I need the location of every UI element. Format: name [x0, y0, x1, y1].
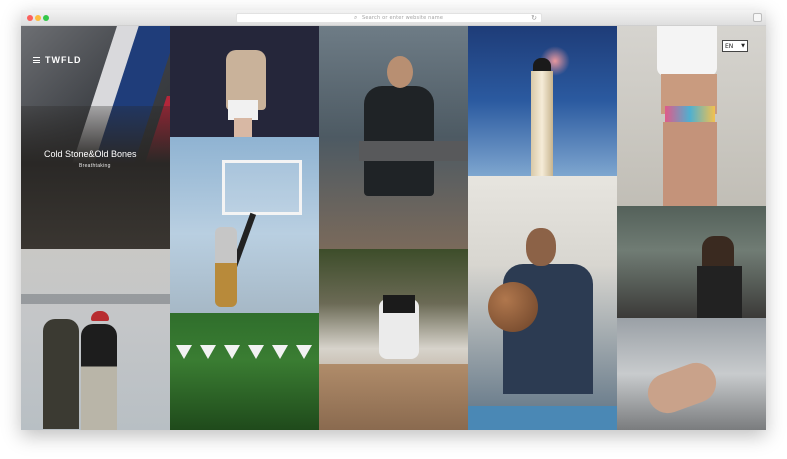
person-shape	[81, 324, 117, 430]
address-placeholder: Search or enter website name	[362, 15, 444, 21]
head-shape	[526, 228, 556, 266]
sink-shape	[468, 406, 617, 430]
photo-tile-street-cafe[interactable]	[617, 206, 766, 318]
arm-shape	[642, 357, 722, 419]
photo-tile-woman-coat[interactable]	[170, 26, 319, 137]
skyline-shape	[21, 294, 170, 304]
legs-shape	[663, 122, 717, 206]
head-shape	[387, 56, 413, 88]
tower-shape	[531, 71, 553, 176]
browser-window: ⌕ Search or enter website name ↻ EN ▼ TW…	[21, 10, 766, 430]
hero-title[interactable]: Cold Stone&Old Bones	[44, 149, 137, 159]
wall-shape	[319, 364, 468, 430]
new-tab-button[interactable]	[753, 13, 762, 22]
player-shape	[215, 227, 237, 307]
photo-tile-swimwear[interactable]: EN ▼	[617, 26, 766, 206]
search-icon: ⌕	[354, 15, 358, 21]
photo-tile-rock-wall[interactable]	[319, 249, 468, 430]
bunting-flag	[224, 345, 240, 359]
photo-grid: EN ▼ TWFLD Cold Stone&Old Bones Breathta…	[21, 26, 766, 430]
bunting-flag	[200, 345, 216, 359]
chevron-down-icon: ▼	[741, 43, 745, 49]
photo-tile-lighthouse[interactable]	[468, 26, 617, 176]
top-shape	[657, 26, 717, 76]
site-logo[interactable]: TWFLD	[45, 55, 82, 65]
language-value: EN	[725, 43, 734, 50]
reload-icon[interactable]: ↻	[531, 14, 537, 22]
top-shape	[383, 295, 415, 313]
ball-shape	[488, 282, 538, 332]
photo-tile-flag-crowd[interactable]	[21, 26, 170, 249]
cap-shape	[91, 311, 109, 321]
hero-subtitle: Breathtaking	[79, 163, 111, 169]
browser-titlebar: ⌕ Search or enter website name ↻	[21, 10, 766, 26]
crowd-shape	[21, 106, 170, 249]
zoom-window-button[interactable]	[43, 15, 49, 21]
person-shape	[43, 319, 79, 429]
close-window-button[interactable]	[27, 15, 33, 21]
table-shape	[359, 141, 468, 161]
photo-tile-garden-party[interactable]	[170, 313, 319, 430]
photo-tile-bearded-man[interactable]	[319, 26, 468, 249]
photo-tile-tattoo[interactable]	[617, 318, 766, 430]
bottoms-shape	[665, 106, 715, 122]
bunting-flag	[272, 345, 288, 359]
bunting-flag	[176, 345, 192, 359]
address-bar[interactable]: ⌕ Search or enter website name ↻	[236, 13, 542, 23]
bunting-flag	[296, 345, 312, 359]
shirt-shape	[697, 266, 742, 318]
photo-tile-basketball-hoop[interactable]	[170, 137, 319, 313]
bunting-flag	[248, 345, 264, 359]
minimize-window-button[interactable]	[35, 15, 41, 21]
photo-tile-couple-coast[interactable]	[21, 249, 170, 430]
language-select[interactable]: EN ▼	[722, 40, 748, 52]
hamburger-menu-icon[interactable]	[33, 57, 40, 63]
photo-tile-basketball-man[interactable]	[468, 176, 617, 430]
legs-shape	[234, 118, 252, 137]
skirt-shape	[228, 100, 258, 120]
backboard-shape	[222, 160, 302, 215]
